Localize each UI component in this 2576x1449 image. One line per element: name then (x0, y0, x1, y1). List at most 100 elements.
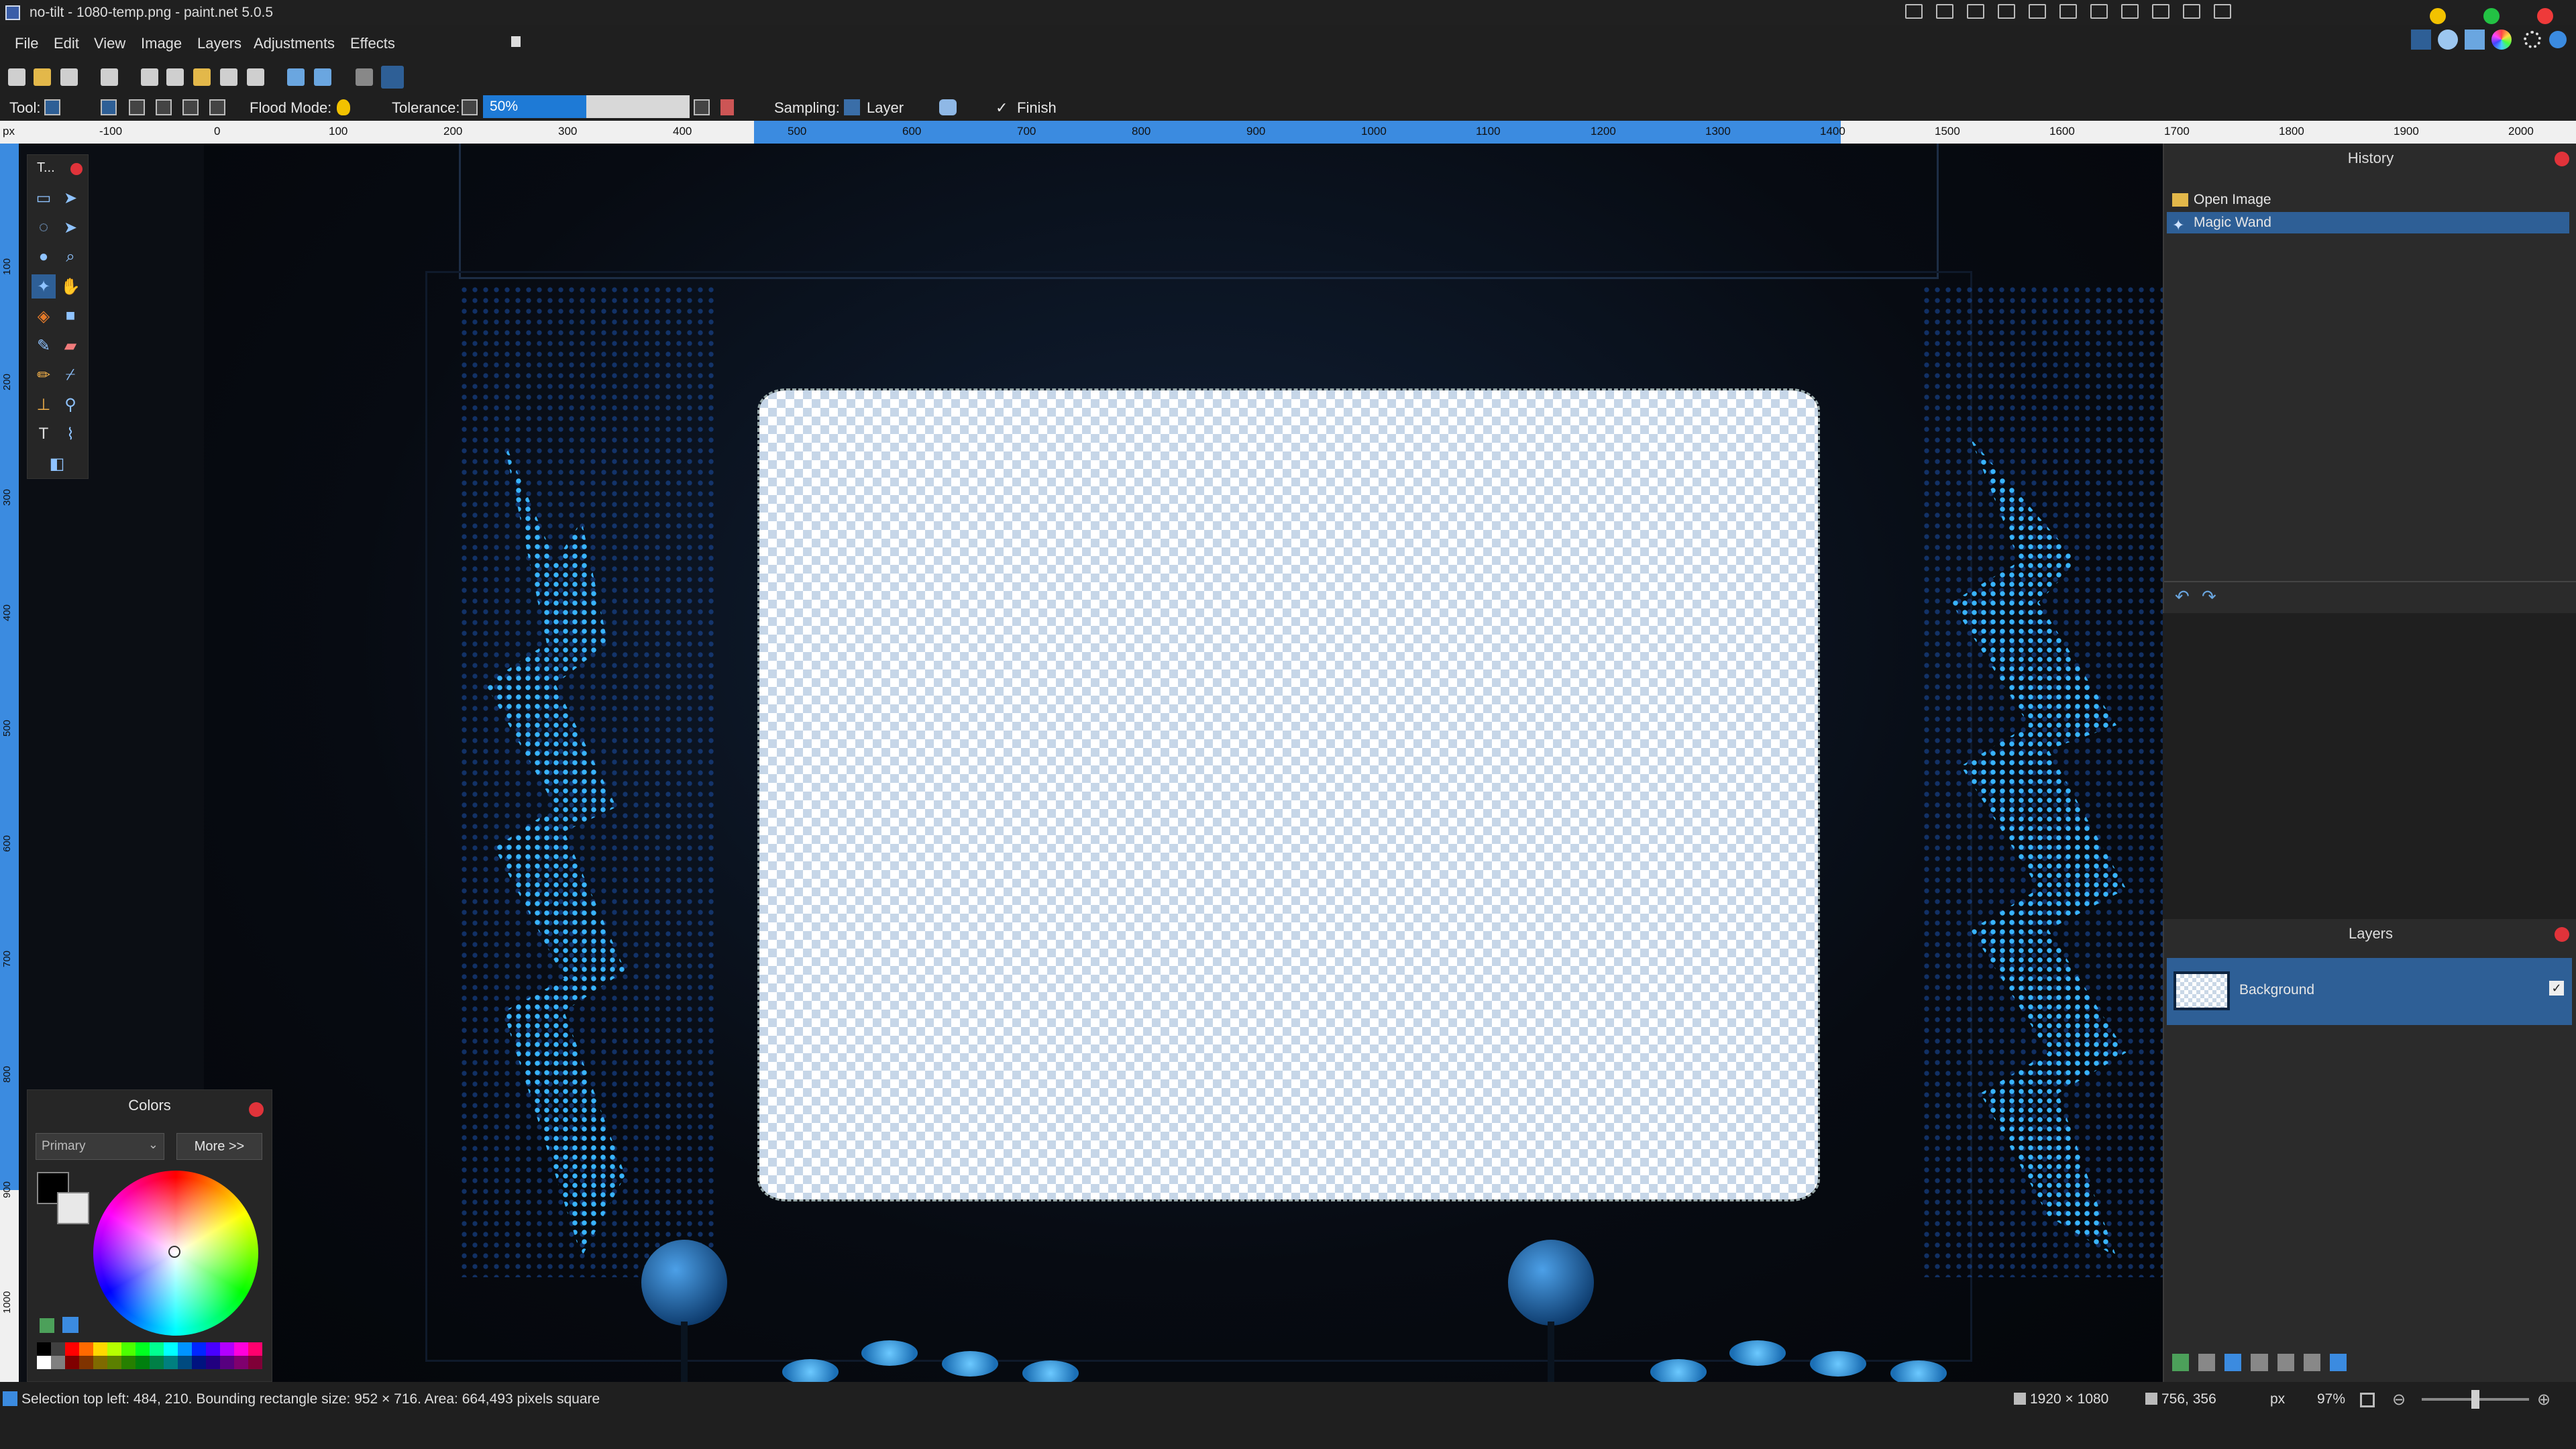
add-layer-icon[interactable] (2172, 1354, 2190, 1371)
move-selected-tool-icon[interactable]: ➤ (58, 186, 83, 210)
menu-image[interactable]: Image (141, 35, 182, 52)
deselect-icon[interactable] (247, 68, 264, 86)
layers-toggle-icon[interactable] (2465, 30, 2485, 50)
colors-toggle-icon[interactable] (2491, 30, 2512, 50)
palette-swatch[interactable] (206, 1342, 220, 1356)
sampling-dropdown[interactable]: Layer (867, 99, 904, 117)
palette-swatch[interactable] (37, 1356, 51, 1369)
tools-toggle-icon[interactable] (2411, 30, 2431, 50)
layer-properties-icon[interactable] (2329, 1354, 2347, 1371)
window-icon[interactable] (1967, 4, 1984, 19)
history-item-magic-wand[interactable]: ✦ Magic Wand (2167, 212, 2569, 233)
clone-stamp-tool-icon[interactable]: ⊥ (32, 392, 56, 417)
zoom-slider-handle[interactable] (2471, 1390, 2479, 1409)
tools-panel-close-button[interactable] (70, 163, 83, 175)
menu-file[interactable]: File (15, 35, 38, 52)
fill-mode-icon[interactable] (720, 99, 734, 115)
palette-swatch[interactable] (37, 1342, 51, 1356)
secondary-color-swatch[interactable] (57, 1192, 89, 1224)
palette-swatch[interactable] (178, 1342, 192, 1356)
palette-swatch[interactable] (79, 1356, 93, 1369)
crop-icon[interactable] (220, 68, 237, 86)
gradient-tool-icon[interactable]: ■ (58, 304, 83, 328)
paint-bucket-tool-icon[interactable]: ◈ (32, 304, 56, 328)
panel-icon[interactable] (2152, 4, 2169, 19)
selection-intersect-icon[interactable] (182, 99, 199, 115)
palette-swatch[interactable] (192, 1342, 206, 1356)
tab-icon[interactable] (2214, 4, 2231, 19)
zoom-slider[interactable] (2422, 1390, 2529, 1409)
selection-invert-icon[interactable] (209, 99, 225, 115)
selection-replace-icon[interactable] (101, 99, 117, 115)
palette-swatch[interactable] (136, 1342, 150, 1356)
frame-icon[interactable] (1998, 4, 2015, 19)
color-picker-tool-icon[interactable]: ⌿ (58, 363, 83, 387)
history-redo-icon[interactable]: ↷ (2202, 586, 2216, 607)
cut-icon[interactable] (141, 68, 158, 86)
stack-icon[interactable] (2121, 4, 2139, 19)
delete-layer-icon[interactable] (2198, 1354, 2216, 1371)
palette-swatch[interactable] (164, 1356, 178, 1369)
selection-exclude-icon[interactable] (156, 99, 172, 115)
more-colors-button[interactable]: More >> (176, 1133, 262, 1160)
shapes-tool-icon[interactable]: ◧ (37, 451, 77, 476)
duplicate-layer-icon[interactable] (2224, 1354, 2242, 1371)
copy-icon[interactable] (166, 68, 184, 86)
menu-view[interactable]: View (94, 35, 125, 52)
color-wheel-picker[interactable] (168, 1246, 180, 1258)
palette-swatch[interactable] (93, 1356, 107, 1369)
grid-icon[interactable] (2029, 4, 2046, 19)
selection-union-icon[interactable] (129, 99, 145, 115)
eraser-tool-icon[interactable]: ▰ (58, 333, 83, 358)
new-file-icon[interactable] (8, 68, 25, 86)
palette-swatch[interactable] (121, 1342, 136, 1356)
paste-icon[interactable] (193, 68, 211, 86)
palette-swatch[interactable] (248, 1356, 262, 1369)
palette-swatch[interactable] (150, 1342, 164, 1356)
palette-menu-icon[interactable] (62, 1317, 78, 1333)
palette-swatch[interactable] (220, 1342, 234, 1356)
move-layer-up-icon[interactable] (2277, 1354, 2294, 1371)
text-tool-icon[interactable]: T (32, 422, 56, 446)
help-icon[interactable] (2549, 31, 2567, 48)
print-icon[interactable] (101, 68, 118, 86)
finish-button[interactable]: Finish (1017, 99, 1057, 117)
pencil-tool-icon[interactable]: ✏ (32, 363, 56, 387)
zoom-out-icon[interactable]: ⊖ (2392, 1390, 2406, 1409)
layer-row-background[interactable]: Background ✓ (2167, 958, 2572, 1025)
zoom-to-window-icon[interactable] (2360, 1393, 2375, 1407)
palette-swatch[interactable] (248, 1342, 262, 1356)
menu-effects[interactable]: Effects (350, 35, 395, 52)
palette-swatch[interactable] (164, 1342, 178, 1356)
split-icon[interactable] (2059, 4, 2077, 19)
colors-panel-close-button[interactable] (249, 1102, 264, 1117)
palette-swatch[interactable] (234, 1356, 248, 1369)
merge-layer-icon[interactable] (2251, 1354, 2268, 1371)
layers-panel-close-button[interactable] (2555, 927, 2569, 942)
palette-swatch[interactable] (234, 1342, 248, 1356)
zoom-in-icon[interactable]: ⊕ (2537, 1390, 2551, 1409)
history-item-open-image[interactable]: Open Image (2167, 189, 2569, 211)
palette-swatch[interactable] (150, 1356, 164, 1369)
finish-checkmark-icon[interactable]: ✓ (996, 99, 1008, 117)
palette-swatch[interactable] (136, 1356, 150, 1369)
palette-swatch[interactable] (51, 1356, 65, 1369)
magic-wand-tool-icon[interactable] (44, 99, 60, 115)
color-wheel[interactable] (93, 1171, 258, 1336)
undo-icon[interactable] (287, 68, 305, 86)
palette-swatch[interactable] (107, 1342, 121, 1356)
pan-tool-icon[interactable]: ✋ (58, 274, 83, 299)
rectangle-select-tool-icon[interactable]: ▭ (32, 186, 56, 210)
open-file-icon[interactable] (34, 68, 51, 86)
tab-dropdown-icon[interactable] (511, 36, 521, 47)
grid-toggle-icon[interactable] (356, 68, 373, 86)
layer-visibility-checkbox[interactable]: ✓ (2549, 981, 2564, 996)
menu-layers[interactable]: Layers (197, 35, 241, 52)
transparent-selection-area[interactable] (757, 388, 1820, 1201)
redo-icon[interactable] (314, 68, 331, 86)
lasso-select-tool-icon[interactable]: ◌ (32, 215, 56, 239)
palette-swatch[interactable] (51, 1342, 65, 1356)
color-mode-dropdown[interactable]: Primary ⌄ (36, 1133, 164, 1160)
menu-edit[interactable]: Edit (54, 35, 79, 52)
zoom-tool-icon[interactable]: ⌕ (58, 245, 83, 269)
